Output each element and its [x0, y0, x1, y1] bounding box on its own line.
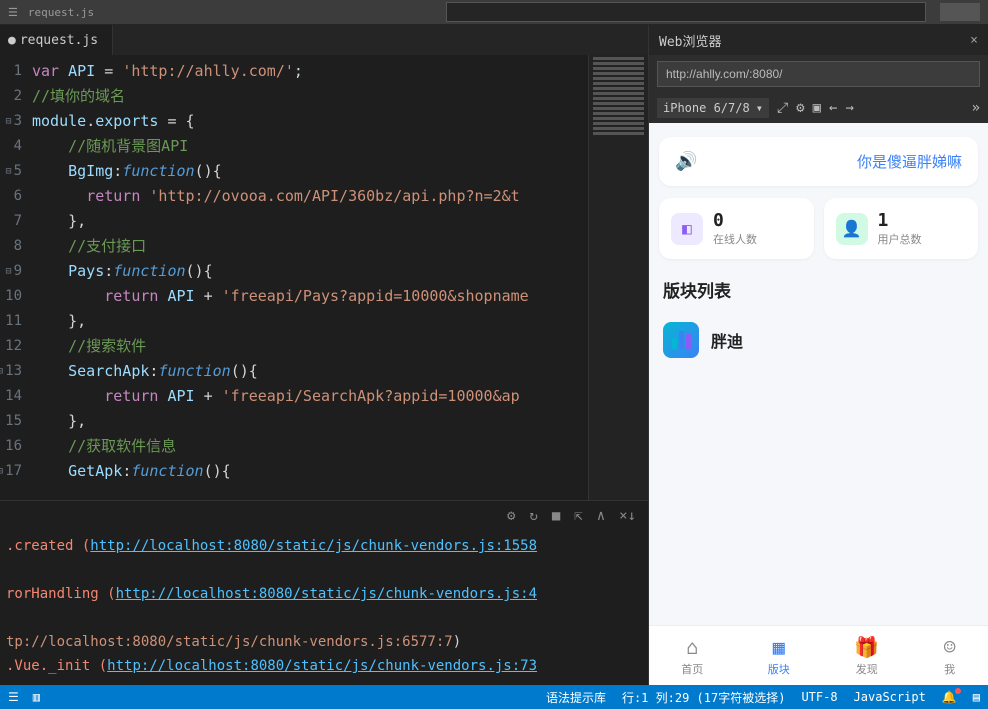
section-header: 版块列表: [663, 277, 974, 302]
tab-modified-icon: ●: [8, 33, 16, 48]
browser-panel: Web浏览器 × iPhone 6/7/8 ▾ ⤢ ⚙ ▣ ← → » 🔊 你是…: [648, 25, 988, 685]
terminal-toolbar: ⚙ ↻ ■ ⇱ ∧ ×↓: [0, 500, 648, 530]
home-icon: ⌂: [686, 635, 698, 659]
board-name: 胖迪: [711, 328, 743, 352]
status-bar: ☰ ▥ 语法提示库 行:1 列:29 (17字符被选择) UTF-8 JavaS…: [0, 685, 988, 709]
status-encoding[interactable]: UTF-8: [801, 690, 837, 704]
browser-controls: iPhone 6/7/8 ▾ ⤢ ⚙ ▣ ← → »: [649, 93, 988, 123]
total-count: 1: [878, 210, 922, 231]
reload-icon[interactable]: ↻: [529, 508, 537, 524]
screenshot-icon[interactable]: ▣: [813, 100, 821, 116]
search-box[interactable]: [446, 2, 926, 22]
person-icon: ☺: [944, 635, 956, 659]
nav-me[interactable]: ☺ 我: [944, 635, 956, 677]
code-area[interactable]: 12⊟ 34⊟ 5678⊟ 9101112⊟ 13141516⊟ 17 var …: [0, 55, 648, 500]
more-icon[interactable]: »: [972, 100, 980, 116]
layout-icon[interactable]: ▥: [33, 690, 40, 704]
user-icon: 👤: [836, 213, 868, 245]
clear-icon[interactable]: ×↓: [619, 508, 636, 524]
online-count: 0: [713, 210, 757, 231]
stop-icon[interactable]: ■: [552, 508, 560, 524]
url-input[interactable]: [657, 61, 980, 87]
mobile-preview: 🔊 你是傻逼胖娣嘛 ◧ 0 在线人数 👤 1: [649, 123, 988, 685]
editor-tabs: ● request.js: [0, 25, 648, 55]
menu-icon[interactable]: ☰: [8, 6, 18, 19]
editor-panel: ● request.js 12⊟ 34⊟ 5678⊟ 9101112⊟ 1314…: [0, 25, 648, 685]
total-users-card[interactable]: 👤 1 用户总数: [824, 198, 979, 259]
top-toolbar: ☰ request.js: [0, 0, 988, 25]
back-icon[interactable]: ←: [829, 100, 837, 116]
nav-discover[interactable]: 🎁 发现: [854, 635, 879, 677]
online-users-card[interactable]: ◧ 0 在线人数: [659, 198, 814, 259]
forward-icon[interactable]: →: [845, 100, 853, 116]
gear-icon[interactable]: ⚙: [507, 508, 515, 524]
tab-filename: request.js: [20, 33, 98, 48]
status-position[interactable]: 行:1 列:29 (17字符被选择): [622, 689, 785, 706]
chevron-down-icon: ▾: [756, 101, 763, 115]
gift-icon: 🎁: [854, 635, 879, 659]
nav-boards[interactable]: ▦ 版块: [768, 635, 790, 677]
top-button[interactable]: [940, 3, 980, 21]
grid-icon: ▦: [773, 635, 785, 659]
device-selector[interactable]: iPhone 6/7/8 ▾: [657, 98, 769, 118]
total-label: 用户总数: [878, 231, 922, 247]
preview-content[interactable]: 🔊 你是傻逼胖娣嘛 ◧ 0 在线人数 👤 1: [649, 123, 988, 625]
online-label: 在线人数: [713, 231, 757, 247]
terminal-output[interactable]: .created (http://localhost:8080/static/j…: [0, 530, 648, 685]
rotate-icon[interactable]: ⤢: [777, 100, 788, 116]
status-hint[interactable]: 语法提示库: [546, 689, 606, 706]
minimap[interactable]: [588, 55, 648, 500]
browser-tab[interactable]: Web浏览器 ×: [649, 25, 988, 55]
line-gutter: 12⊟ 34⊟ 5678⊟ 9101112⊟ 13141516⊟ 17: [0, 55, 28, 500]
board-icon: [663, 322, 699, 358]
announcement-card[interactable]: 🔊 你是傻逼胖娣嘛: [659, 137, 978, 186]
nav-home[interactable]: ⌂ 首页: [681, 635, 703, 677]
board-item[interactable]: 胖迪: [659, 316, 978, 364]
indent-icon[interactable]: ☰: [8, 690, 19, 704]
announcement-text: 你是傻逼胖娣嘛: [857, 151, 962, 172]
bell-icon[interactable]: 🔔: [942, 690, 957, 704]
bottom-nav: ⌂ 首页 ▦ 版块 🎁 发现 ☺ 我: [649, 625, 988, 685]
nav-home-label: 首页: [681, 661, 703, 677]
status-language[interactable]: JavaScript: [854, 690, 926, 704]
export-icon[interactable]: ⇱: [574, 508, 582, 524]
signal-icon: ◧: [671, 213, 703, 245]
settings-icon[interactable]: ⚙: [796, 100, 804, 116]
collapse-icon[interactable]: ∧: [597, 508, 605, 524]
split-icon[interactable]: ▤: [973, 690, 980, 704]
sound-icon: 🔊: [675, 151, 697, 172]
close-icon[interactable]: ×: [970, 33, 978, 48]
browser-tab-title: Web浏览器: [659, 31, 721, 50]
stats-row: ◧ 0 在线人数 👤 1 用户总数: [659, 198, 978, 259]
nav-boards-label: 版块: [768, 661, 790, 677]
device-label: iPhone 6/7/8: [663, 101, 750, 115]
toolbar-item[interactable]: request.js: [28, 6, 94, 19]
code-content[interactable]: var API = 'http://ahlly.com/';//填你的域名mod…: [28, 55, 588, 500]
tab-request-js[interactable]: ● request.js: [0, 25, 113, 55]
nav-discover-label: 发现: [856, 661, 878, 677]
nav-me-label: 我: [944, 661, 955, 677]
